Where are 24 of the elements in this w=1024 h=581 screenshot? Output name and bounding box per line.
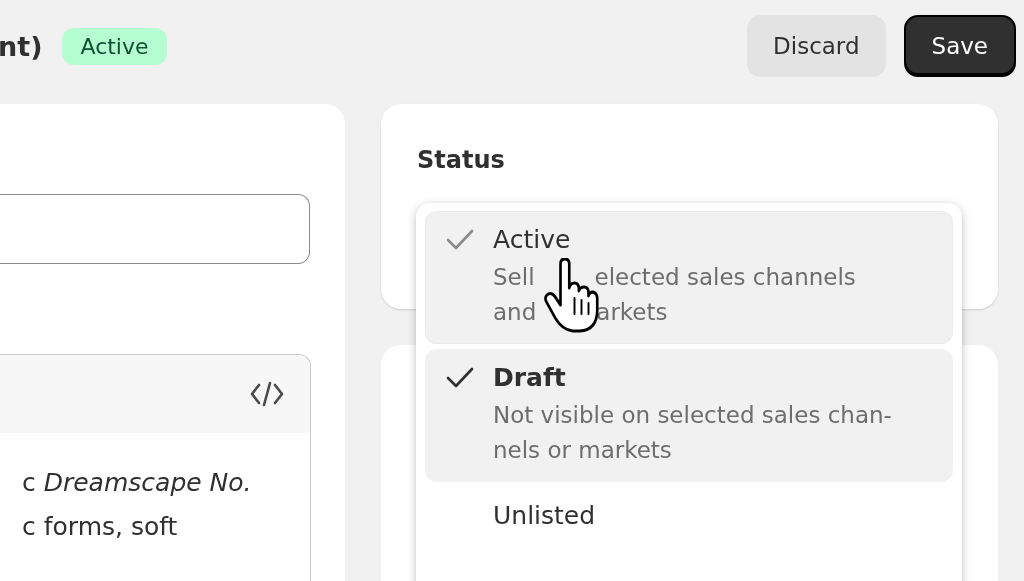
option-description: nels or markets <box>493 436 672 465</box>
option-description: Not visible on selected sales chan- <box>493 401 892 430</box>
check-icon <box>445 365 475 390</box>
input-field[interactable] <box>0 194 310 264</box>
option-description: arkets <box>596 298 668 327</box>
card-title: Status <box>417 146 505 174</box>
editor-text: c forms, soft <box>22 511 179 543</box>
check-icon <box>445 227 475 252</box>
status-option[interactable]: Unlisted <box>425 487 953 544</box>
option-description: Sell <box>493 263 535 292</box>
option-description: and <box>493 298 537 327</box>
save-button[interactable]: Save <box>903 15 1016 77</box>
option-description: elected sales channels <box>594 263 856 292</box>
option-label: Active <box>493 225 572 254</box>
status-option[interactable]: Draft Not visible on selected sales chan- nels or markets <box>425 349 953 482</box>
option-label: Unlisted <box>493 501 597 530</box>
discard-button[interactable]: Discard <box>747 15 886 77</box>
code-icon[interactable] <box>250 381 284 407</box>
text-editor[interactable]: c Dreamscape No. c forms, soft <box>0 354 311 581</box>
option-label: Draft <box>493 363 567 392</box>
editor-text: c Dreamscape No. <box>22 467 253 499</box>
status-option[interactable]: Active Sell elected sales channels and arkets <box>425 211 953 344</box>
page-title: nt) <box>0 30 43 62</box>
status-badge: Active <box>62 27 167 65</box>
